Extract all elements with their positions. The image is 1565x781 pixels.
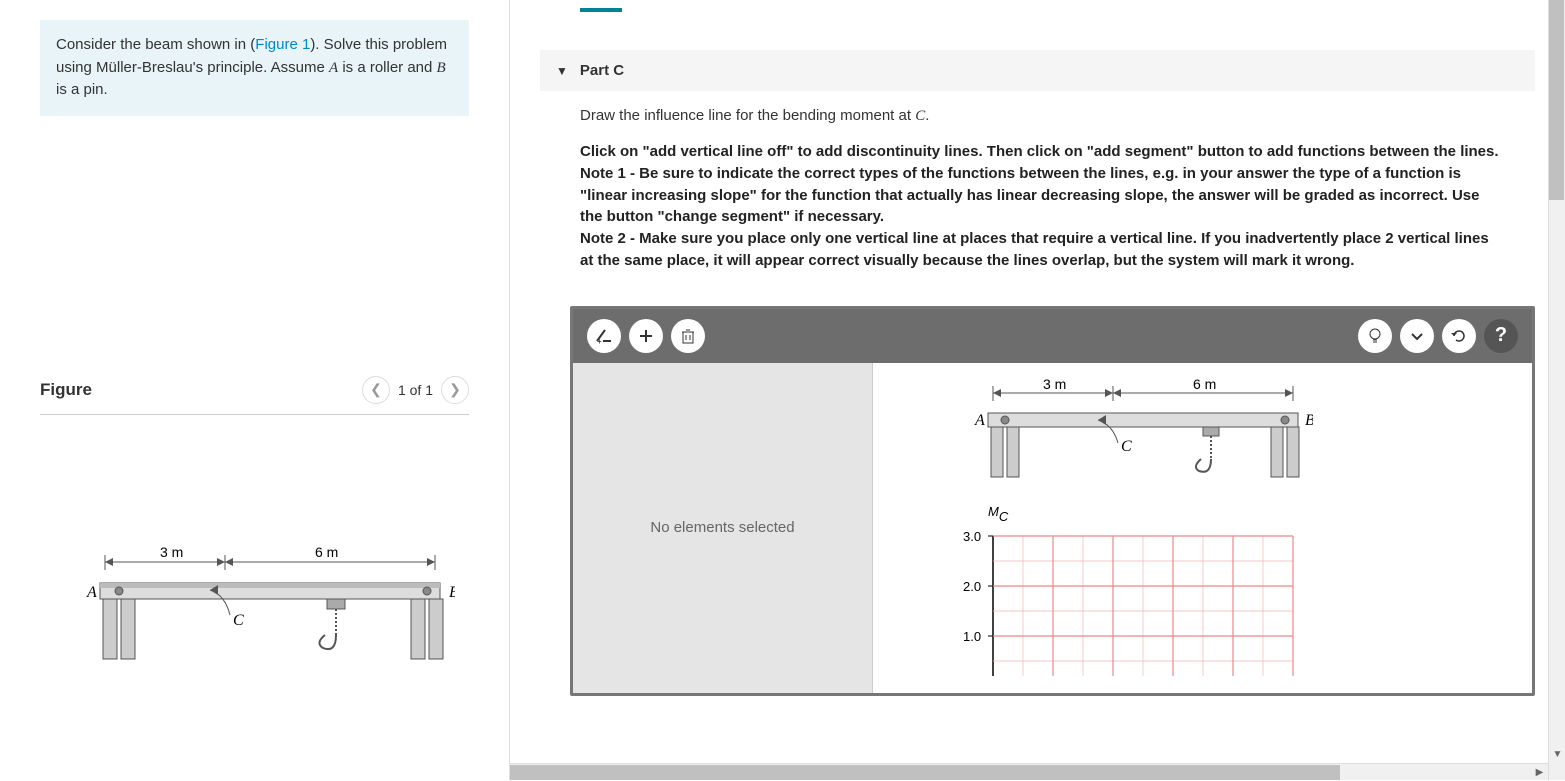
figure-link[interactable]: Figure 1 <box>255 36 310 53</box>
delete-icon <box>679 327 697 345</box>
progress-indicator <box>580 8 622 12</box>
hint-button[interactable] <box>1358 319 1392 353</box>
dim-6m-small: 6 m <box>1193 376 1216 392</box>
selection-panel: No elements selected <box>573 363 873 693</box>
figure-title: Figure <box>40 380 92 400</box>
expand-button[interactable] <box>1400 319 1434 353</box>
problem-statement: Consider the beam shown in (Figure 1). S… <box>40 20 469 116</box>
figure-next-button[interactable]: ❯ <box>441 376 469 404</box>
drawing-toolbar: + <box>573 309 1532 363</box>
figure-header: Figure ❮ 1 of 1 ❯ <box>40 376 469 415</box>
dim-3m: 3 m <box>160 544 183 560</box>
left-panel: Consider the beam shown in (Figure 1). S… <box>0 0 510 780</box>
reset-icon <box>1450 327 1468 345</box>
label-A: A <box>86 584 97 601</box>
figure-nav: ❮ 1 of 1 ❯ <box>362 376 469 404</box>
selection-message: No elements selected <box>650 519 794 536</box>
scroll-right-arrow-icon[interactable]: ▶ <box>1531 764 1548 781</box>
drawing-workspace: + <box>570 306 1535 696</box>
scroll-down-arrow-icon[interactable]: ▼ <box>1549 746 1565 763</box>
instructions-text: Click on "add vertical line off" to add … <box>580 141 1505 272</box>
label-B: B <box>449 584 455 601</box>
label-B-sm: B <box>1305 412 1313 429</box>
problem-text: is a pin. <box>56 81 108 98</box>
tick-1: 1.0 <box>963 629 981 644</box>
figure-image: 3 m 6 m A B C <box>40 535 469 675</box>
segment-tool-button[interactable]: + <box>587 319 621 353</box>
figure-counter: 1 of 1 <box>398 382 433 398</box>
problem-text: is a roller and <box>338 59 436 76</box>
part-content: Draw the influence line for the bending … <box>510 91 1565 306</box>
beam-diagram: 3 m 6 m A B C <box>55 535 455 675</box>
var-B: B <box>437 60 446 76</box>
label-C: C <box>233 612 244 629</box>
chevron-down-icon <box>1408 327 1426 345</box>
svg-text:+: + <box>597 337 602 345</box>
question-text: Draw the influence line for the bending … <box>580 107 1505 125</box>
workspace-body: No elements selected 3 m <box>573 363 1532 693</box>
beam-diagram-small: 3 m 6 m A B C <box>893 373 1313 493</box>
help-icon: ? <box>1495 324 1507 347</box>
segment-tool-icon: + <box>595 327 613 345</box>
part-title: Part C <box>580 62 624 79</box>
influence-plot[interactable]: MC <box>893 496 1313 676</box>
y-axis-label: MC <box>988 504 1009 524</box>
problem-text: Consider the beam shown in ( <box>56 36 255 53</box>
figure-prev-button[interactable]: ❮ <box>362 376 390 404</box>
tick-3: 3.0 <box>963 529 981 544</box>
add-button[interactable] <box>629 319 663 353</box>
scroll-thumb[interactable] <box>1549 0 1564 200</box>
hint-icon <box>1366 327 1384 345</box>
help-button[interactable]: ? <box>1484 319 1518 353</box>
vertical-scrollbar[interactable]: ▲ ▼ <box>1548 0 1565 780</box>
horizontal-scrollbar[interactable]: ◀ ▶ <box>510 763 1548 780</box>
plot-panel[interactable]: 3 m 6 m A B C <box>873 363 1532 693</box>
delete-button[interactable] <box>671 319 705 353</box>
var-A: A <box>329 60 338 76</box>
add-icon <box>637 327 655 345</box>
right-panel: ▼ Part C Draw the influence line for the… <box>510 0 1565 780</box>
label-C-sm: C <box>1121 438 1132 455</box>
dim-3m-small: 3 m <box>1043 376 1066 392</box>
dim-6m: 6 m <box>315 544 338 560</box>
tick-2: 2.0 <box>963 579 981 594</box>
part-header[interactable]: ▼ Part C <box>540 50 1535 91</box>
caret-down-icon: ▼ <box>556 64 568 78</box>
label-A-sm: A <box>974 412 985 429</box>
reset-button[interactable] <box>1442 319 1476 353</box>
scroll-h-thumb[interactable] <box>510 765 1340 780</box>
